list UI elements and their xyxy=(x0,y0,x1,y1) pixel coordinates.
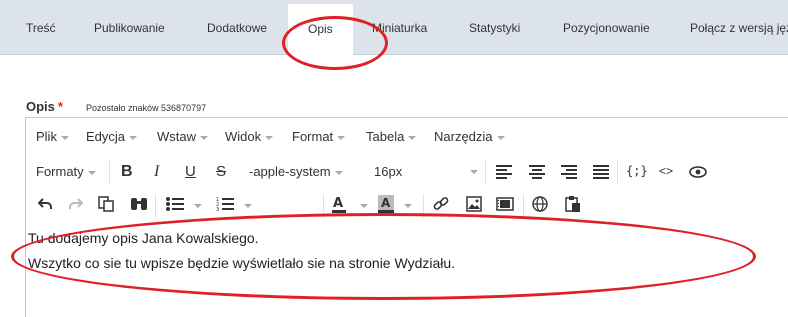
menu-label: Tabela xyxy=(366,129,405,144)
font-size-dropdown[interactable]: 16px xyxy=(374,164,478,179)
tab-statystyki[interactable]: Statystyki xyxy=(469,21,520,35)
globe-icon[interactable] xyxy=(532,196,548,212)
align-right-icon[interactable] xyxy=(561,165,577,179)
chevron-down-icon xyxy=(129,135,138,140)
italic-button[interactable]: I xyxy=(154,163,159,181)
formats-label: Formaty xyxy=(36,164,84,179)
menu-edycja[interactable]: Edycja xyxy=(86,129,138,144)
tab-dodatkowe[interactable]: Dodatkowe xyxy=(207,21,267,35)
chevron-down-icon[interactable] xyxy=(404,204,412,208)
redo-icon[interactable] xyxy=(69,198,83,210)
align-left-icon[interactable] xyxy=(496,165,512,179)
field-label: Opis * xyxy=(26,99,63,114)
font-family-dropdown[interactable]: -apple-system xyxy=(249,164,343,179)
menu-narzedzia[interactable]: Narzędzia xyxy=(434,129,505,144)
svg-text:A: A xyxy=(333,196,343,211)
tab-miniaturka[interactable]: Miniaturka xyxy=(372,21,427,35)
toolbar-divider xyxy=(485,160,486,184)
svg-text:3: 3 xyxy=(216,207,219,212)
svg-text:A: A xyxy=(381,196,391,210)
code-sample-button[interactable]: <> xyxy=(659,164,673,178)
chevron-down-icon xyxy=(265,135,274,140)
eye-icon[interactable] xyxy=(689,166,707,178)
chevron-down-icon xyxy=(87,170,96,175)
chevron-down-icon xyxy=(200,135,208,140)
menu-tabela[interactable]: Tabela xyxy=(366,129,417,144)
rich-text-editor: Plik Edycja Wstaw Widok Format Tabela Na… xyxy=(25,117,788,317)
chevron-down-icon[interactable] xyxy=(360,204,368,208)
editor-content[interactable]: Tu dodajemy opis Jana Kowalskiego. Wszyt… xyxy=(26,226,788,276)
text-color-icon[interactable]: A xyxy=(332,195,346,213)
required-marker: * xyxy=(57,99,63,114)
underline-button[interactable]: U xyxy=(185,163,196,180)
tab-pozycjonowanie[interactable]: Pozycjonowanie xyxy=(563,21,650,35)
menu-widok[interactable]: Widok xyxy=(225,129,274,144)
tab-publikowanie[interactable]: Publikowanie xyxy=(94,21,165,35)
editor-menubar: Plik Edycja Wstaw Widok Format Tabela Na… xyxy=(26,118,788,155)
background-color-icon[interactable]: A xyxy=(378,195,394,213)
chevron-down-icon xyxy=(337,135,346,140)
toolbar-divider xyxy=(109,160,110,184)
font-family-value: -apple-system xyxy=(249,164,331,179)
tab-bar: Treść Publikowanie Dodatkowe Opis Miniat… xyxy=(0,0,788,56)
strikethrough-button[interactable]: S xyxy=(216,163,226,180)
paste-icon[interactable] xyxy=(565,195,581,213)
media-icon[interactable] xyxy=(496,196,514,212)
chevron-down-icon xyxy=(60,135,69,140)
chevron-down-icon[interactable] xyxy=(244,204,252,208)
toolbar-divider xyxy=(423,194,424,218)
bullet-list-icon[interactable] xyxy=(166,197,184,211)
tab-tresc[interactable]: Treść xyxy=(26,21,56,35)
toolbar-divider xyxy=(617,160,618,184)
toolbar-divider xyxy=(155,194,156,218)
menu-plik[interactable]: Plik xyxy=(36,129,69,144)
align-justify-icon[interactable] xyxy=(593,165,609,179)
field-label-text: Opis xyxy=(26,99,55,114)
image-icon[interactable] xyxy=(466,196,482,212)
toolbar-divider xyxy=(323,194,324,218)
chevron-down-icon xyxy=(408,135,417,140)
toolbar-row-formatting: Formaty B I U S -apple-system 16px {;} <… xyxy=(26,156,788,188)
content-line: Wszytko co sie tu wpisze będzie wyświetl… xyxy=(28,255,456,271)
undo-icon[interactable] xyxy=(38,198,52,210)
chevron-down-icon xyxy=(334,170,343,175)
link-icon[interactable] xyxy=(433,196,449,212)
menu-wstaw[interactable]: Wstaw xyxy=(157,129,208,144)
align-center-icon[interactable] xyxy=(529,165,545,179)
menu-label: Format xyxy=(292,129,334,144)
source-code-button[interactable]: {;} xyxy=(626,164,648,178)
copy-icon[interactable] xyxy=(98,196,114,212)
menu-label: Plik xyxy=(36,129,57,144)
find-replace-icon[interactable] xyxy=(130,196,148,212)
chevron-down-icon[interactable] xyxy=(194,204,202,208)
chevron-down-icon xyxy=(470,170,478,174)
toolbar-divider xyxy=(523,194,524,218)
chevron-down-icon xyxy=(496,135,505,140)
formats-dropdown[interactable]: Formaty xyxy=(36,164,96,179)
bold-button[interactable]: B xyxy=(121,163,133,181)
toolbar-row-insert: 123 A A xyxy=(26,190,788,222)
menu-format[interactable]: Format xyxy=(292,129,346,144)
tab-opis[interactable]: Opis xyxy=(288,4,353,56)
content-line: Tu dodajemy opis Jana Kowalskiego. xyxy=(28,230,259,246)
menu-label: Narzędzia xyxy=(434,129,493,144)
remaining-chars: Pozostało znaków 536870797 xyxy=(86,103,207,113)
font-size-value: 16px xyxy=(374,164,403,179)
tab-polacz-z-wersja[interactable]: Połącz z wersją języ xyxy=(690,21,788,35)
menu-label: Edycja xyxy=(86,129,126,144)
numbered-list-icon[interactable]: 123 xyxy=(216,196,234,212)
menu-label: Wstaw xyxy=(157,129,196,144)
menu-label: Widok xyxy=(225,129,262,144)
